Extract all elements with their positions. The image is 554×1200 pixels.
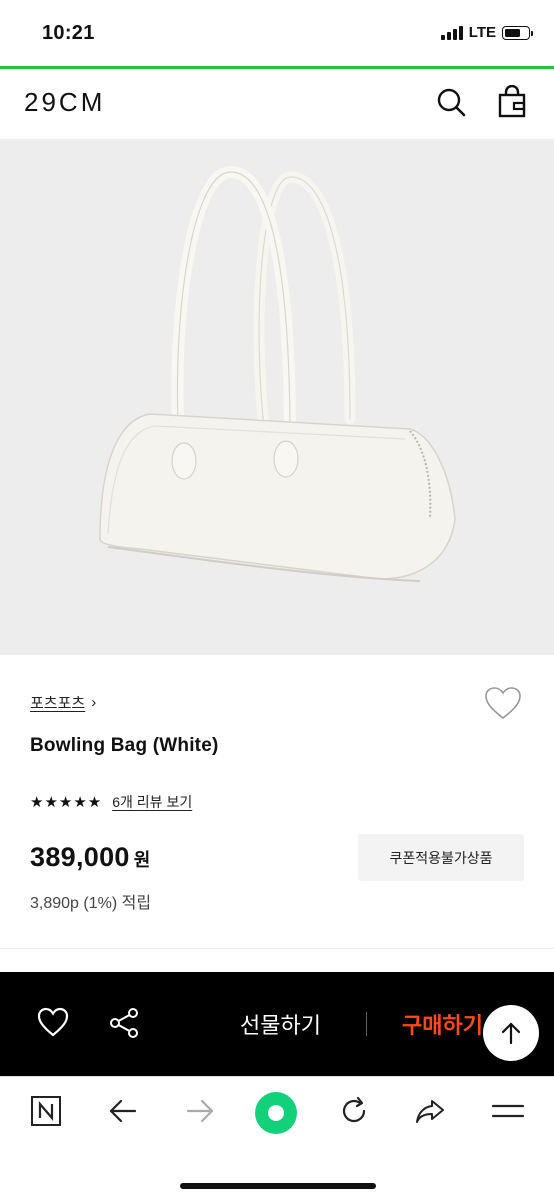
- wishlist-heart-icon[interactable]: [484, 686, 522, 722]
- product-price: 389,000: [30, 842, 130, 872]
- white-bowling-bag-image: [99, 165, 456, 582]
- naver-icon[interactable]: [28, 1093, 64, 1129]
- battery-level: [505, 28, 521, 37]
- green-dot-icon[interactable]: [254, 1091, 298, 1135]
- back-arrow-icon[interactable]: [105, 1093, 141, 1129]
- arrow-up-icon: [501, 1022, 521, 1045]
- status-indicators: LTE: [440, 24, 533, 41]
- price-row: 389,000 원: [30, 842, 150, 873]
- share-arrow-icon[interactable]: [412, 1093, 448, 1129]
- product-title: Bowling Bag (White): [30, 735, 219, 756]
- site-header: 29CM: [0, 69, 554, 139]
- chevron-right-icon: ›: [91, 694, 97, 711]
- divider: [366, 1012, 367, 1036]
- rating-row: ★★★★★ 6개 리뷰 보기: [30, 792, 192, 812]
- share-icon[interactable]: [107, 1006, 141, 1040]
- star-rating: ★★★★★: [30, 794, 103, 811]
- forward-arrow-icon[interactable]: [182, 1093, 218, 1129]
- site-logo[interactable]: 29CM: [24, 87, 105, 118]
- review-link[interactable]: 6개 리뷰 보기: [112, 792, 192, 812]
- home-indicator: [180, 1183, 376, 1189]
- purchase-button[interactable]: 구매하기: [402, 1008, 483, 1040]
- status-time: 10:21: [42, 22, 95, 44]
- heart-icon[interactable]: [36, 1006, 70, 1040]
- refresh-icon[interactable]: [336, 1093, 372, 1129]
- browser-toolbar: [0, 1076, 554, 1200]
- network-label: LTE: [468, 24, 496, 41]
- shopping-bag-icon[interactable]: [495, 85, 529, 119]
- product-image[interactable]: [0, 139, 554, 655]
- buy-bar: 선물하기 구매하기: [0, 972, 554, 1076]
- search-icon[interactable]: [434, 85, 468, 119]
- divider: [0, 948, 554, 949]
- reward-points: 3,890p (1%) 적립: [30, 895, 152, 912]
- brand-link[interactable]: 포츠포츠: [30, 692, 85, 713]
- battery-icon: [502, 25, 533, 40]
- coupon-button[interactable]: 쿠폰적용불가상품: [358, 834, 524, 881]
- brand-row[interactable]: 포츠포츠 ›: [30, 692, 96, 713]
- menu-icon[interactable]: [490, 1093, 526, 1129]
- currency-label: 원: [133, 850, 151, 870]
- signal-icon: [440, 25, 463, 40]
- status-bar: 10:21 LTE: [0, 0, 554, 66]
- scroll-to-top-button[interactable]: [483, 1005, 539, 1061]
- gift-button[interactable]: 선물하기: [240, 1008, 321, 1040]
